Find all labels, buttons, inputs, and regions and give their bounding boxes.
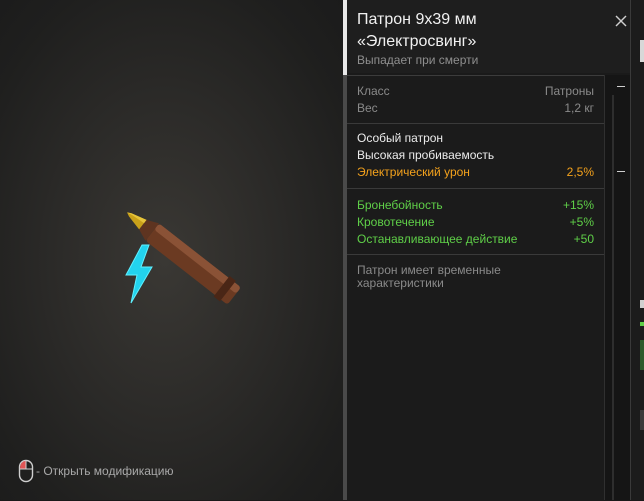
drop-on-death-subtitle: Выпадает при смерти (357, 53, 479, 67)
stat-label: Бронебойность (357, 198, 443, 212)
electric-damage-value: 2,5% (566, 165, 594, 179)
item-details: Класс Патроны Вес 1,2 кг Особый патрон В… (347, 75, 604, 501)
stat-value: +50 (573, 232, 594, 246)
scrollbar-mark (617, 171, 625, 172)
electric-damage-label: Электрический урон (357, 165, 470, 179)
stat-row: Останавливающее действие +50 (357, 231, 594, 248)
special-line-1: Особый патрон (357, 131, 444, 145)
neighbor-panel-border (630, 0, 631, 500)
special-line-2-row: Высокая пробиваемость (357, 147, 594, 164)
scrollbar[interactable] (604, 75, 631, 500)
weight-label: Вес (357, 101, 378, 115)
class-value: Патроны (544, 84, 594, 98)
neighbor-panel-chip (640, 300, 644, 308)
stat-value: +15% (562, 198, 594, 212)
open-modification-hint: - Открыть модификацию (18, 458, 174, 484)
stat-row: Бронебойность +15% (357, 197, 594, 214)
scrollbar-track[interactable] (612, 95, 614, 500)
stats-section: Бронебойность +15% Кровотечение +5% Оста… (347, 189, 604, 255)
special-line-1-row: Особый патрон (357, 130, 594, 147)
weight-value: 1,2 кг (564, 101, 594, 115)
close-icon[interactable] (613, 13, 629, 29)
hint-text: - Открыть модификацию (36, 464, 174, 478)
info-section: Класс Патроны Вес 1,2 кг (347, 76, 604, 124)
stat-row: Кровотечение +5% (357, 214, 594, 231)
special-section: Особый патрон Высокая пробиваемость Элек… (347, 124, 604, 189)
note-section: Патрон имеет временные характеристики (347, 255, 604, 299)
scrollbar-thumb[interactable] (617, 86, 625, 87)
lightning-bolt-icon (125, 244, 153, 304)
class-label: Класс (357, 84, 390, 98)
item-header: Патрон 9х39 мм «Электросвинг» Выпадает п… (347, 0, 630, 73)
neighbor-panel-chip (640, 40, 644, 62)
item-viewer: - Открыть модификацию (0, 0, 343, 500)
neighbor-panel-chip (640, 340, 644, 370)
mouse-left-click-icon (18, 459, 34, 483)
weight-row: Вес 1,2 кг (357, 100, 594, 117)
item-title: Патрон 9х39 мм «Электросвинг» (357, 11, 477, 50)
neighbor-panel-chip (640, 322, 644, 326)
electric-damage-row: Электрический урон 2,5% (357, 164, 594, 181)
stat-value: +5% (569, 215, 594, 229)
class-row: Класс Патроны (357, 83, 594, 100)
neighbor-panel-chip (640, 410, 644, 430)
special-line-2: Высокая пробиваемость (357, 148, 495, 162)
temporary-stats-note: Патрон имеет временные характеристики (357, 263, 501, 290)
stat-label: Останавливающее действие (357, 232, 518, 246)
stat-label: Кровотечение (357, 215, 435, 229)
